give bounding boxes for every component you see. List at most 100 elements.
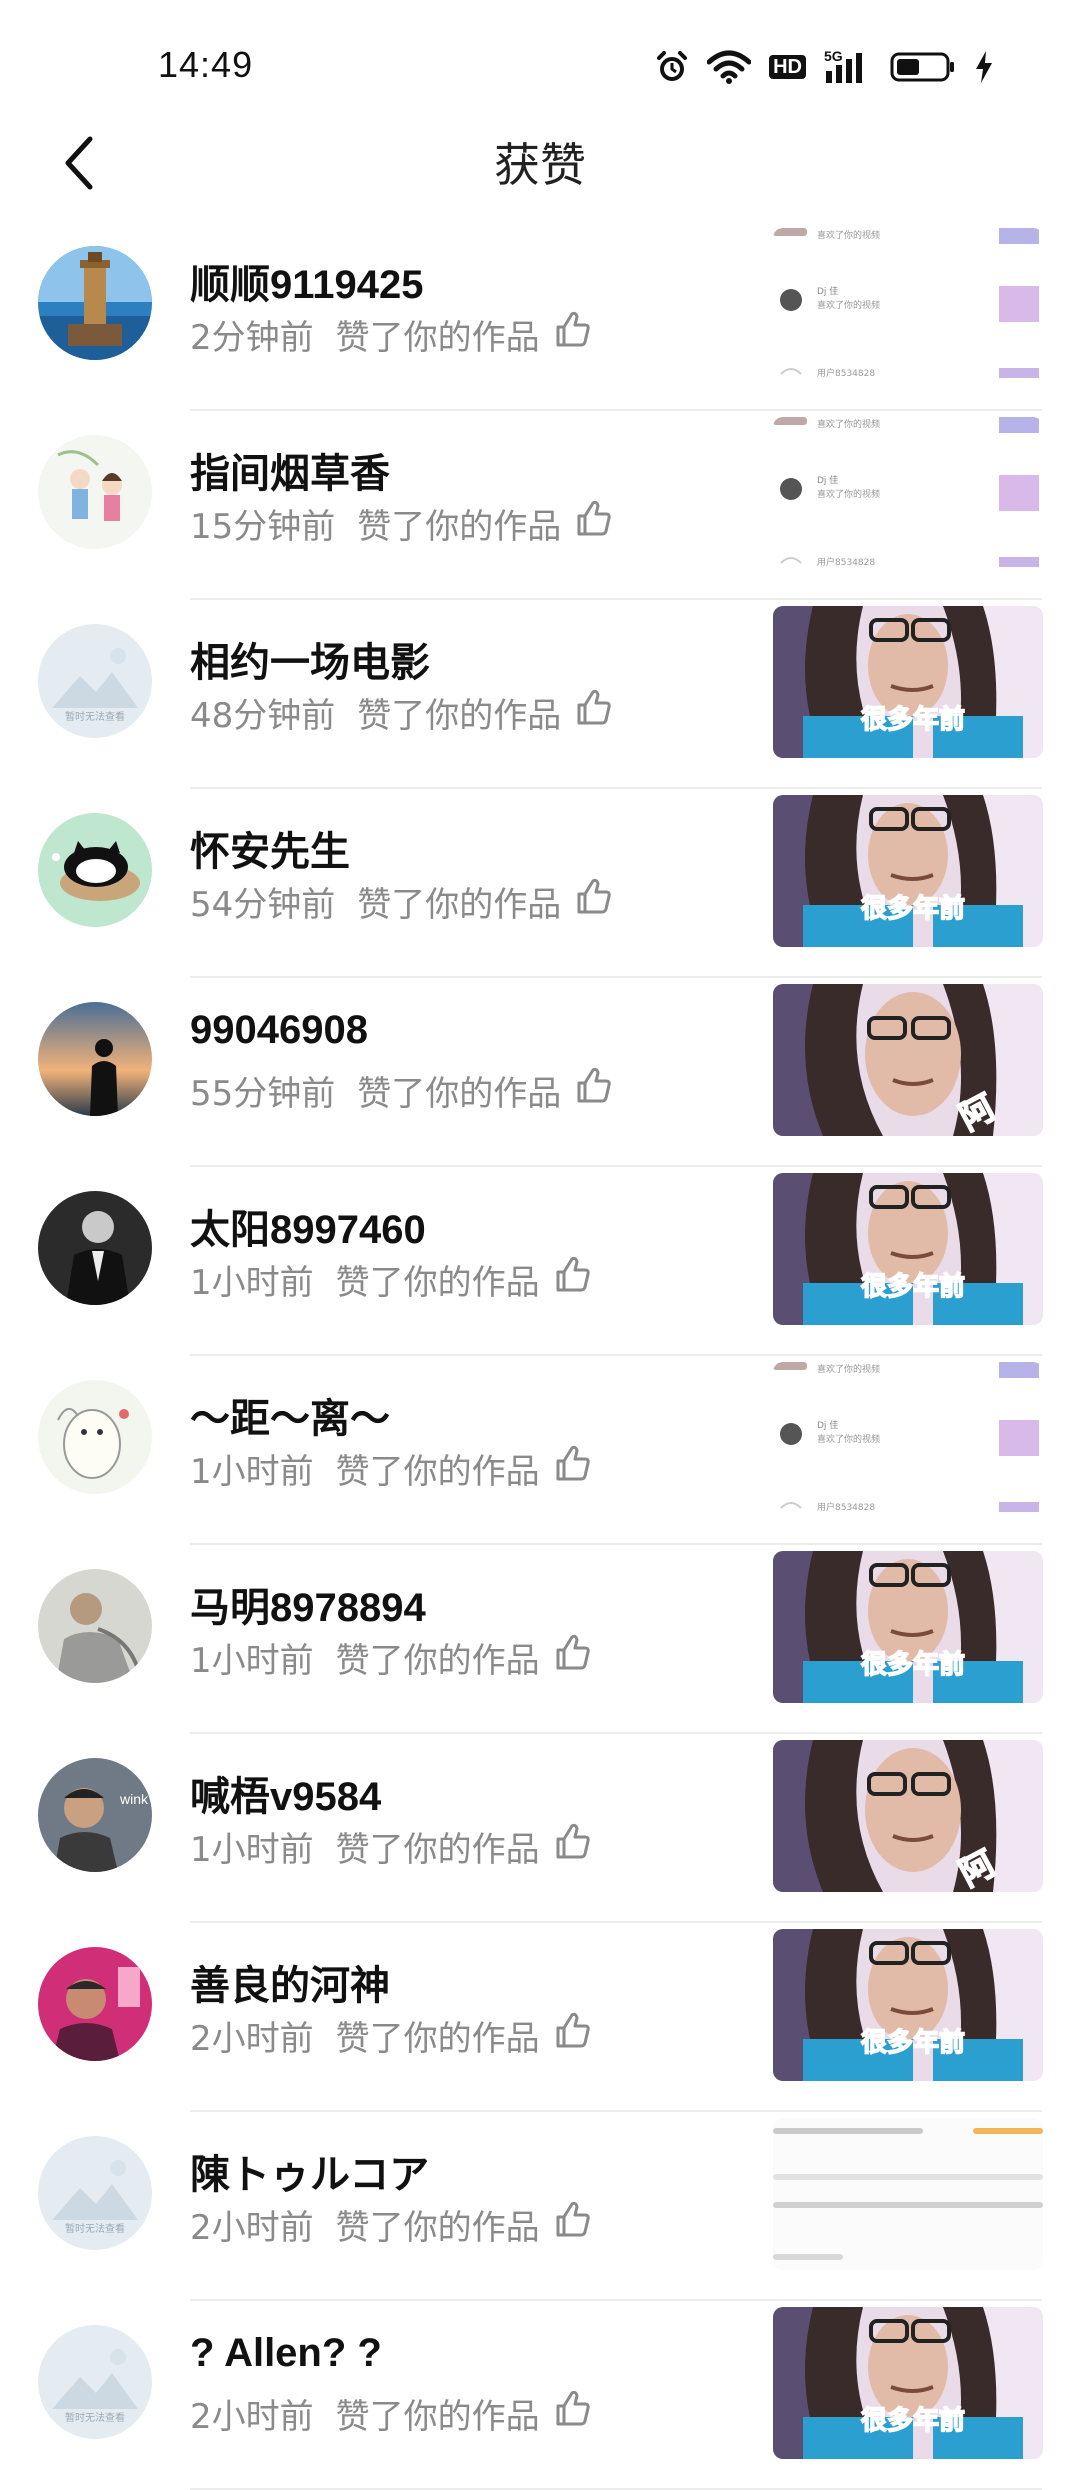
like-meta: 1小时前 赞了你的作品 [190, 1633, 592, 1682]
like-meta: 55分钟前 赞了你的作品 [190, 1066, 613, 1115]
charging-icon [974, 50, 994, 84]
like-time: 1小时前 [190, 1830, 314, 1870]
thumbs-up-icon [575, 878, 613, 925]
user-avatar[interactable] [38, 435, 152, 549]
user-name[interactable]: 陳トゥルコア [190, 2142, 429, 2200]
work-thumbnail[interactable]: 很多年前 [773, 2307, 1043, 2459]
work-thumbnail[interactable]: 喜欢了你的视频 Dj 佳 喜欢了你的视频 用户8534828 [773, 228, 1043, 380]
user-name[interactable]: 马明8978894 [190, 1575, 426, 1633]
user-avatar[interactable] [38, 1002, 152, 1116]
user-name[interactable]: 相约一场电影 [190, 630, 430, 688]
like-meta: 2小时前 赞了你的作品 [190, 2389, 592, 2438]
svg-text:喜欢了你的视频: 喜欢了你的视频 [817, 299, 880, 311]
svg-text:很多年前: 很多年前 [861, 1649, 965, 1680]
like-row[interactable]: 暂时无法查看 相约一场电影 48分钟前 赞了你的作品 很多年前 [0, 600, 1080, 789]
like-action-text: 赞了你的作品 [335, 1263, 540, 1303]
user-name[interactable]: ? Allen? ? [190, 2331, 382, 2376]
thumbs-up-icon [554, 2201, 592, 2248]
svg-text:很多年前: 很多年前 [861, 704, 965, 735]
like-time: 1小时前 [190, 1641, 314, 1681]
user-name[interactable]: 99046908 [190, 1008, 368, 1053]
user-avatar[interactable]: 暂时无法查看 [38, 2325, 152, 2439]
like-time: 55分钟前 [190, 1074, 336, 1114]
work-thumbnail[interactable]: 很多年前 [773, 606, 1043, 758]
thumbs-up-icon [554, 311, 592, 358]
user-name[interactable]: 善良的河神 [190, 1953, 390, 2011]
svg-text:喜欢了你的视频: 喜欢了你的视频 [817, 1363, 880, 1375]
svg-text:暂时无法查看: 暂时无法查看 [65, 710, 125, 723]
like-action-text: 赞了你的作品 [357, 507, 562, 547]
like-row[interactable]: 怀安先生 54分钟前 赞了你的作品 很多年前 [0, 789, 1080, 978]
user-avatar[interactable] [38, 246, 152, 360]
status-bar: 14:49 HD 5G [0, 0, 1080, 120]
signal-5g-icon: 5G [824, 49, 872, 85]
user-name[interactable]: 指间烟草香 [190, 441, 390, 499]
svg-text:Dj 佳: Dj 佳 [817, 474, 838, 486]
like-time: 15分钟前 [190, 507, 336, 547]
work-thumbnail[interactable]: 喜欢了你的视频 Dj 佳 喜欢了你的视频 用户8534828 [773, 1362, 1043, 1514]
svg-text:很多年前: 很多年前 [861, 2405, 965, 2436]
like-row[interactable]: 暂时无法查看 陳トゥルコア 2小时前 赞了你的作品 [0, 2112, 1080, 2301]
like-meta: 1小时前 赞了你的作品 [190, 1822, 592, 1871]
work-thumbnail[interactable] [773, 2118, 1043, 2270]
like-row[interactable]: 99046908 55分钟前 赞了你的作品 阿 [0, 978, 1080, 1167]
like-action-text: 赞了你的作品 [335, 2397, 540, 2437]
user-name[interactable]: 太阳8997460 [190, 1197, 426, 1255]
svg-text:暂时无法查看: 暂时无法查看 [65, 2222, 125, 2235]
like-time: 2小时前 [190, 2208, 314, 2248]
like-time: 2小时前 [190, 2397, 314, 2437]
user-avatar[interactable] [38, 1569, 152, 1683]
wifi-icon [707, 50, 752, 84]
like-action-text: 赞了你的作品 [335, 1452, 540, 1492]
thumbs-up-icon [575, 689, 613, 736]
work-thumbnail[interactable]: 很多年前 [773, 1551, 1043, 1703]
thumbs-up-icon [554, 1445, 592, 1492]
like-time: 2小时前 [190, 2019, 314, 2059]
like-meta: 2小时前 赞了你的作品 [190, 2200, 592, 2249]
like-row[interactable]: 马明8978894 1小时前 赞了你的作品 很多年前 [0, 1545, 1080, 1734]
alarm-icon [655, 50, 689, 84]
like-row[interactable]: wink 喊梧v9584 1小时前 赞了你的作品 阿 [0, 1734, 1080, 1923]
user-avatar[interactable]: 暂时无法查看 [38, 624, 152, 738]
like-row[interactable]: 太阳8997460 1小时前 赞了你的作品 很多年前 [0, 1167, 1080, 1356]
work-thumbnail[interactable]: 阿 [773, 984, 1043, 1136]
user-avatar[interactable]: 暂时无法查看 [38, 2136, 152, 2250]
svg-text:用户8534828: 用户8534828 [817, 556, 875, 568]
like-row[interactable]: 指间烟草香 15分钟前 赞了你的作品 喜欢了你的视频 Dj 佳 喜欢了你的视频 … [0, 411, 1080, 600]
svg-text:Dj 佳: Dj 佳 [817, 1419, 838, 1431]
user-avatar[interactable] [38, 1380, 152, 1494]
thumbs-up-icon [554, 1823, 592, 1870]
like-time: 2分钟前 [190, 318, 314, 358]
like-row[interactable]: 顺顺9119425 2分钟前 赞了你的作品 喜欢了你的视频 Dj 佳 喜欢了你的… [0, 222, 1080, 411]
like-meta: 54分钟前 赞了你的作品 [190, 877, 613, 926]
like-meta: 48分钟前 赞了你的作品 [190, 688, 613, 737]
svg-text:用户8534828: 用户8534828 [817, 367, 875, 379]
svg-text:喜欢了你的视频: 喜欢了你的视频 [817, 488, 880, 500]
user-name[interactable]: 喊梧v9584 [190, 1764, 381, 1822]
like-action-text: 赞了你的作品 [335, 2208, 540, 2248]
like-row[interactable]: 暂时无法查看 ? Allen? ? 2小时前 赞了你的作品 很多年前 [0, 2301, 1080, 2490]
like-meta: 2分钟前 赞了你的作品 [190, 310, 592, 359]
like-row[interactable]: ～距～离～ 1小时前 赞了你的作品 喜欢了你的视频 Dj 佳 喜欢了你的视频 用… [0, 1356, 1080, 1545]
user-name[interactable]: 顺顺9119425 [190, 252, 424, 310]
user-avatar[interactable] [38, 1191, 152, 1305]
like-time: 54分钟前 [190, 885, 336, 925]
hd-badge: HD [769, 55, 806, 79]
like-row[interactable]: 善良的河神 2小时前 赞了你的作品 很多年前 [0, 1923, 1080, 2112]
header: 获赞 [0, 110, 1080, 220]
work-thumbnail[interactable]: 很多年前 [773, 795, 1043, 947]
work-thumbnail[interactable]: 很多年前 [773, 1173, 1043, 1325]
work-thumbnail[interactable]: 很多年前 [773, 1929, 1043, 2081]
thumbs-up-icon [554, 1634, 592, 1681]
like-action-text: 赞了你的作品 [335, 2019, 540, 2059]
user-avatar[interactable] [38, 813, 152, 927]
thumbs-up-icon [554, 1256, 592, 1303]
user-name[interactable]: 怀安先生 [190, 819, 350, 877]
user-name[interactable]: ～距～离～ [190, 1386, 390, 1444]
user-avatar[interactable]: wink [38, 1758, 152, 1872]
work-thumbnail[interactable]: 阿 [773, 1740, 1043, 1892]
like-action-text: 赞了你的作品 [357, 1074, 562, 1114]
work-thumbnail[interactable]: 喜欢了你的视频 Dj 佳 喜欢了你的视频 用户8534828 [773, 417, 1043, 569]
user-avatar[interactable] [38, 1947, 152, 2061]
svg-text:很多年前: 很多年前 [861, 1271, 965, 1302]
